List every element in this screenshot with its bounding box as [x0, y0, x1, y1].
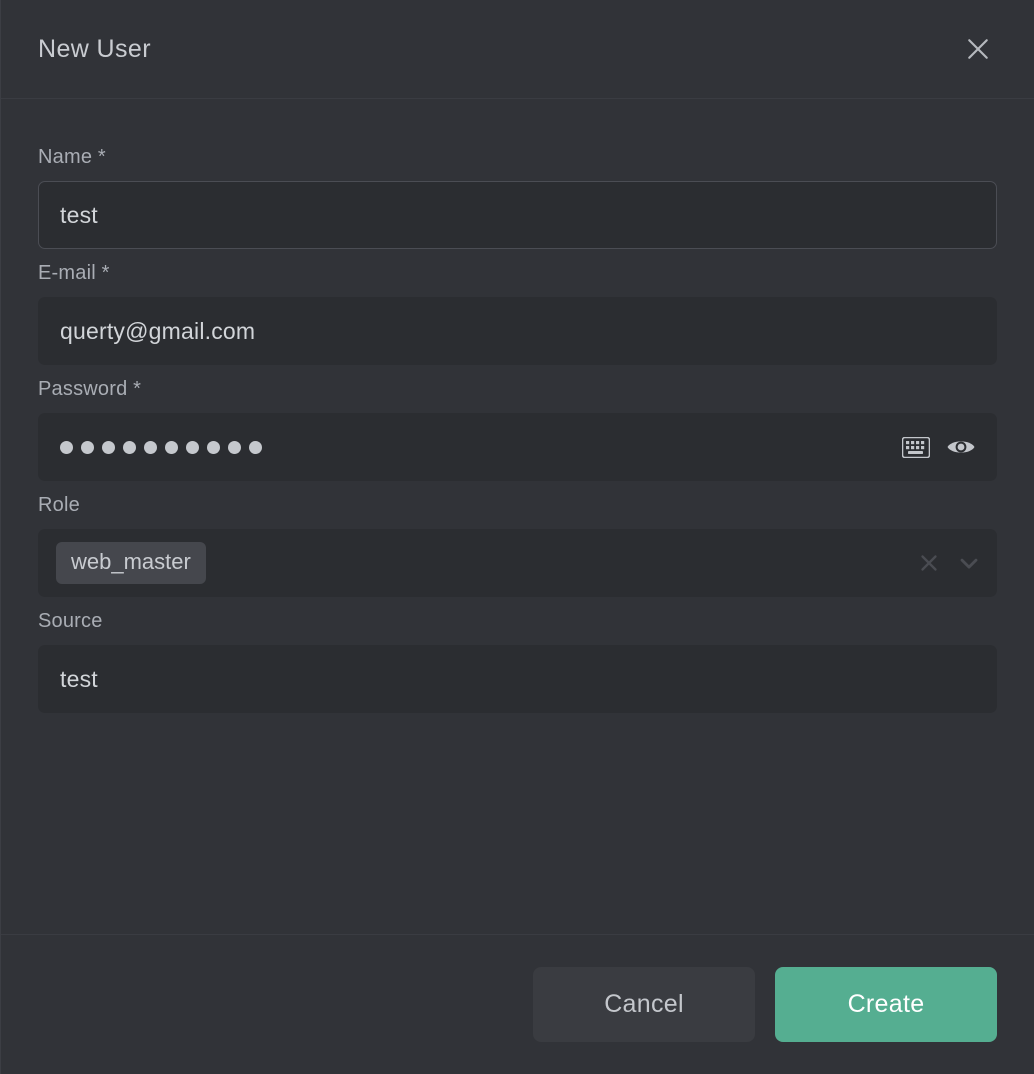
password-dot: [207, 440, 220, 454]
page-title: New User: [38, 34, 151, 63]
field-source: Source test: [38, 607, 997, 713]
password-dot: [186, 440, 199, 454]
eye-icon[interactable]: [946, 436, 976, 458]
name-input[interactable]: test: [38, 181, 997, 249]
dialog-header: New User: [1, 0, 1034, 99]
field-name: Name * test: [38, 143, 997, 249]
field-role: Role web_master: [38, 491, 997, 597]
close-icon: [963, 34, 993, 64]
field-label-name: Name *: [38, 146, 106, 168]
keyboard-icon[interactable]: [902, 436, 930, 458]
password-dot: [102, 440, 115, 454]
password-dot: [249, 440, 262, 454]
dialog-footer: Cancel Create: [1, 934, 1034, 1074]
role-select-actions: [917, 549, 983, 577]
field-label-source: Source: [38, 610, 103, 632]
password-input-actions: [902, 436, 980, 458]
password-dot: [60, 440, 73, 454]
close-button[interactable]: [956, 27, 1000, 71]
field-email: E-mail * querty@gmail.com: [38, 259, 997, 365]
field-label-email: E-mail *: [38, 262, 110, 284]
cancel-button[interactable]: Cancel: [533, 967, 755, 1042]
password-input-value: [60, 440, 902, 454]
source-input[interactable]: test: [38, 645, 997, 713]
password-dot: [81, 440, 94, 454]
field-label-password: Password *: [38, 378, 142, 400]
clear-icon[interactable]: [917, 551, 941, 575]
chevron-down-icon[interactable]: [955, 549, 983, 577]
email-input-value: querty@gmail.com: [60, 317, 256, 344]
password-dot: [228, 440, 241, 454]
role-select[interactable]: web_master: [38, 529, 997, 597]
email-input[interactable]: querty@gmail.com: [38, 297, 997, 365]
password-dot: [144, 440, 157, 454]
role-chip[interactable]: web_master: [56, 542, 206, 584]
password-dot: [165, 440, 178, 454]
name-input-value: test: [60, 201, 98, 228]
create-button[interactable]: Create: [775, 967, 997, 1042]
dialog-body: Name * test E-mail * querty@gmail.com Pa…: [1, 99, 1034, 934]
new-user-dialog: New User Name * test E-mail * querty@gma…: [0, 0, 1034, 1074]
field-password: Password *: [38, 375, 997, 481]
source-input-value: test: [60, 665, 98, 692]
password-input[interactable]: [38, 413, 997, 481]
field-label-role: Role: [38, 494, 80, 516]
password-dot: [123, 440, 136, 454]
